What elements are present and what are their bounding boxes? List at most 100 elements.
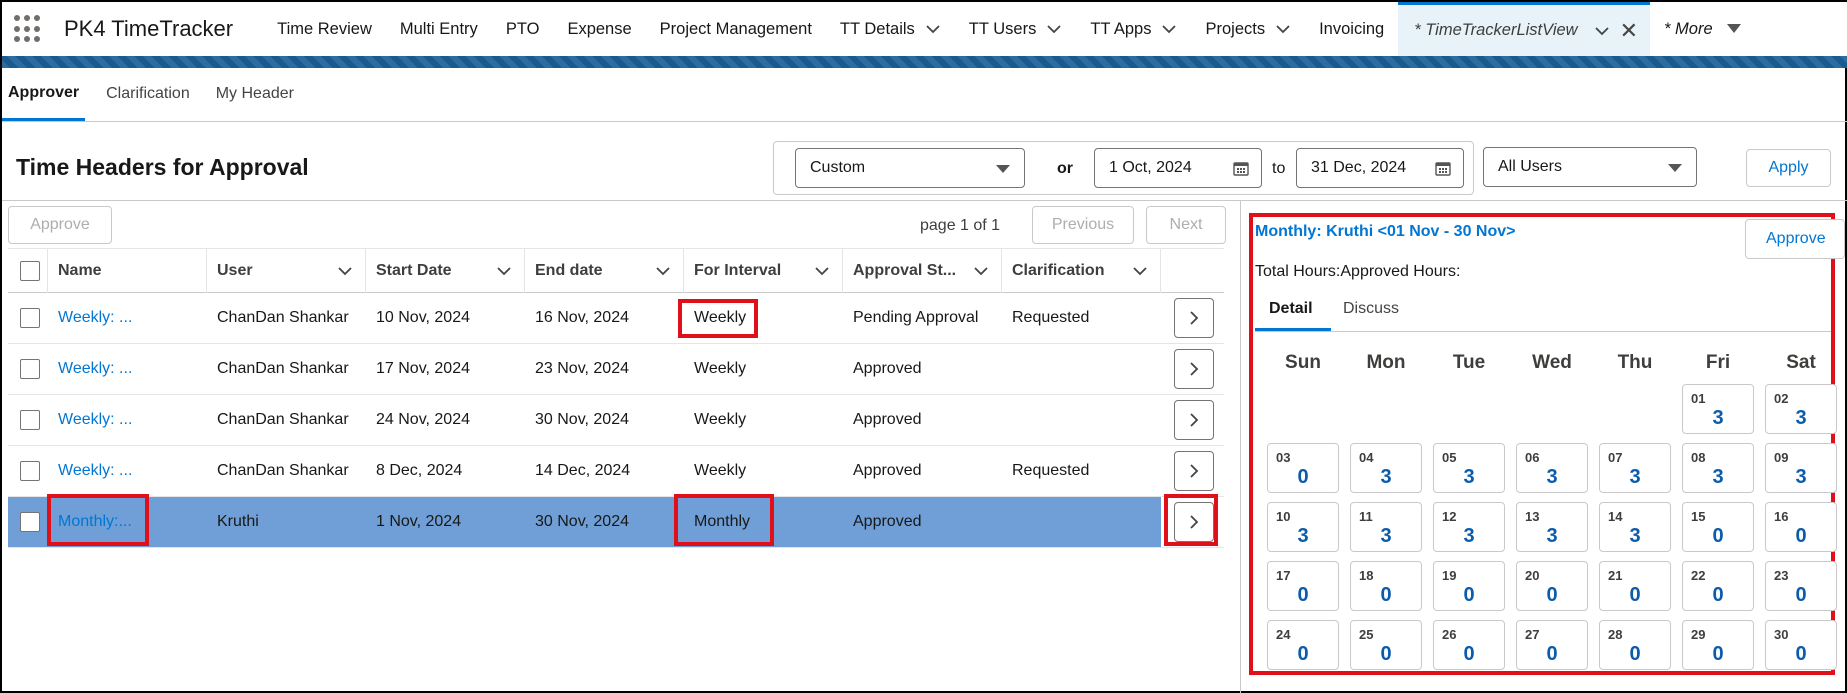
panel-title[interactable]: Monthly: Kruthi <01 Nov - 30 Nov> bbox=[1255, 223, 1515, 241]
calendar-day[interactable]: 11 3 bbox=[1350, 502, 1422, 552]
chevron-down-icon[interactable] bbox=[1132, 263, 1148, 279]
previous-button[interactable]: Previous bbox=[1032, 206, 1134, 244]
column-header-end-date[interactable]: End date bbox=[525, 249, 684, 293]
column-header-user[interactable]: User bbox=[207, 249, 366, 293]
record-link[interactable]: Weekly: ... bbox=[58, 309, 132, 327]
record-link[interactable]: Weekly: ... bbox=[58, 360, 132, 378]
nav-more[interactable]: * More bbox=[1650, 2, 1755, 56]
chevron-down-icon[interactable] bbox=[1594, 23, 1610, 39]
calendar-day[interactable]: 08 3 bbox=[1682, 443, 1754, 493]
chevron-down-icon[interactable] bbox=[655, 263, 671, 279]
tab-discuss[interactable]: Discuss bbox=[1343, 300, 1399, 318]
nav-item-multi-entry[interactable]: Multi Entry bbox=[386, 2, 492, 56]
subtab-clarification[interactable]: Clarification bbox=[93, 67, 203, 121]
calendar-day[interactable]: 26 0 bbox=[1433, 620, 1505, 670]
calendar-day[interactable]: 13 3 bbox=[1516, 502, 1588, 552]
chevron-down-icon[interactable] bbox=[973, 263, 989, 279]
calendar-day[interactable]: 21 0 bbox=[1599, 561, 1671, 611]
table-row[interactable]: Weekly: ... ChanDan Shankar 24 Nov, 2024 30… bbox=[8, 395, 1224, 446]
nav-item-tt-details[interactable]: TT Details bbox=[826, 2, 955, 56]
calendar-day[interactable]: 19 0 bbox=[1433, 561, 1505, 611]
to-date-input[interactable]: 31 Dec, 2024 bbox=[1296, 148, 1464, 188]
close-icon[interactable]: ✕ bbox=[1620, 18, 1638, 44]
record-link[interactable]: Weekly: ... bbox=[58, 411, 132, 429]
nav-item-projects[interactable]: Projects bbox=[1191, 2, 1305, 56]
row-open-button[interactable] bbox=[1174, 451, 1214, 491]
calendar-day[interactable]: 23 0 bbox=[1765, 561, 1837, 611]
row-open-button[interactable] bbox=[1174, 400, 1214, 440]
chevron-down-icon[interactable] bbox=[337, 263, 353, 279]
subtab-approver[interactable]: Approver bbox=[2, 67, 86, 121]
calendar-day[interactable]: 03 0 bbox=[1267, 443, 1339, 493]
select-all-checkbox[interactable] bbox=[20, 261, 40, 281]
subtab-my-header[interactable]: My Header bbox=[203, 67, 307, 121]
table-row[interactable]: Monthly:... Kruthi 1 Nov, 2024 30 Nov, 2024… bbox=[8, 497, 1224, 548]
row-checkbox[interactable] bbox=[20, 410, 40, 430]
calendar-day[interactable]: 14 3 bbox=[1599, 502, 1671, 552]
chevron-down-icon[interactable] bbox=[1275, 21, 1291, 37]
apply-button[interactable]: Apply bbox=[1746, 149, 1831, 187]
row-checkbox[interactable] bbox=[20, 308, 40, 328]
panel-divider bbox=[1240, 200, 1241, 693]
app-launcher-icon[interactable] bbox=[14, 15, 42, 43]
chevron-down-icon[interactable] bbox=[925, 21, 941, 37]
calendar-day[interactable]: 02 3 bbox=[1765, 384, 1837, 434]
range-select[interactable]: Custom bbox=[795, 148, 1025, 188]
tab-detail[interactable]: Detail bbox=[1269, 300, 1313, 318]
nav-item-pto[interactable]: PTO bbox=[492, 2, 554, 56]
record-link[interactable]: Weekly: ... bbox=[58, 462, 132, 480]
tab-timetrackerlistview[interactable]: * TimeTrackerListView ✕ bbox=[1398, 2, 1651, 56]
calendar-day[interactable]: 22 0 bbox=[1682, 561, 1754, 611]
approval-status-cell: Approved bbox=[853, 360, 922, 377]
chevron-down-icon[interactable] bbox=[496, 263, 512, 279]
table-row[interactable]: Weekly: ... ChanDan Shankar 17 Nov, 2024 23… bbox=[8, 344, 1224, 395]
column-header-approval-status[interactable]: Approval St... bbox=[843, 249, 1002, 293]
panel-approve-button[interactable]: Approve bbox=[1745, 219, 1845, 259]
calendar-day[interactable]: 25 0 bbox=[1350, 620, 1422, 670]
calendar-day[interactable]: 28 0 bbox=[1599, 620, 1671, 670]
calendar-day[interactable]: 06 3 bbox=[1516, 443, 1588, 493]
calendar-day[interactable]: 27 0 bbox=[1516, 620, 1588, 670]
calendar-day[interactable]: 29 0 bbox=[1682, 620, 1754, 670]
calendar-icon[interactable] bbox=[1435, 160, 1451, 176]
next-button[interactable]: Next bbox=[1146, 206, 1226, 244]
calendar-day[interactable]: 12 3 bbox=[1433, 502, 1505, 552]
row-open-button[interactable] bbox=[1174, 349, 1214, 389]
table-row[interactable]: Weekly: ... ChanDan Shankar 10 Nov, 2024 16… bbox=[8, 293, 1224, 344]
nav-item-time-review[interactable]: Time Review bbox=[263, 2, 386, 56]
row-checkbox[interactable] bbox=[20, 359, 40, 379]
nav-item-invoicing[interactable]: Invoicing bbox=[1305, 2, 1398, 56]
row-checkbox[interactable] bbox=[20, 461, 40, 481]
from-date-input[interactable]: 1 Oct, 2024 bbox=[1094, 148, 1262, 188]
nav-item-tt-users[interactable]: TT Users bbox=[955, 2, 1077, 56]
calendar-day[interactable]: 09 3 bbox=[1765, 443, 1837, 493]
column-header-name[interactable]: Name bbox=[48, 249, 207, 293]
table-row[interactable]: Weekly: ... ChanDan Shankar 8 Dec, 2024 14 … bbox=[8, 446, 1224, 497]
calendar-icon[interactable] bbox=[1233, 160, 1249, 176]
calendar-day[interactable]: 17 0 bbox=[1267, 561, 1339, 611]
column-header-start-date[interactable]: Start Date bbox=[366, 249, 525, 293]
calendar-day[interactable]: 24 0 bbox=[1267, 620, 1339, 670]
row-open-button[interactable] bbox=[1174, 298, 1214, 338]
calendar-day[interactable]: 04 3 bbox=[1350, 443, 1422, 493]
approve-button[interactable]: Approve bbox=[8, 206, 112, 244]
chevron-down-icon[interactable] bbox=[1161, 21, 1177, 37]
column-header-clarification[interactable]: Clarification bbox=[1002, 249, 1161, 293]
nav-item-project-management[interactable]: Project Management bbox=[646, 2, 826, 56]
calendar-day[interactable]: 18 0 bbox=[1350, 561, 1422, 611]
calendar-day[interactable]: 07 3 bbox=[1599, 443, 1671, 493]
calendar-day[interactable]: 10 3 bbox=[1267, 502, 1339, 552]
row-checkbox[interactable] bbox=[20, 512, 40, 532]
calendar-day[interactable]: 05 3 bbox=[1433, 443, 1505, 493]
calendar-day[interactable]: 16 0 bbox=[1765, 502, 1837, 552]
chevron-down-icon[interactable] bbox=[1046, 21, 1062, 37]
calendar-day[interactable]: 01 3 bbox=[1682, 384, 1754, 434]
calendar-day[interactable]: 30 0 bbox=[1765, 620, 1837, 670]
column-header-for-interval[interactable]: For Interval bbox=[684, 249, 843, 293]
nav-item-tt-apps[interactable]: TT Apps bbox=[1076, 2, 1191, 56]
chevron-down-icon[interactable] bbox=[814, 263, 830, 279]
nav-item-expense[interactable]: Expense bbox=[553, 2, 645, 56]
users-select[interactable]: All Users bbox=[1483, 147, 1697, 187]
calendar-day[interactable]: 15 0 bbox=[1682, 502, 1754, 552]
calendar-day[interactable]: 20 0 bbox=[1516, 561, 1588, 611]
